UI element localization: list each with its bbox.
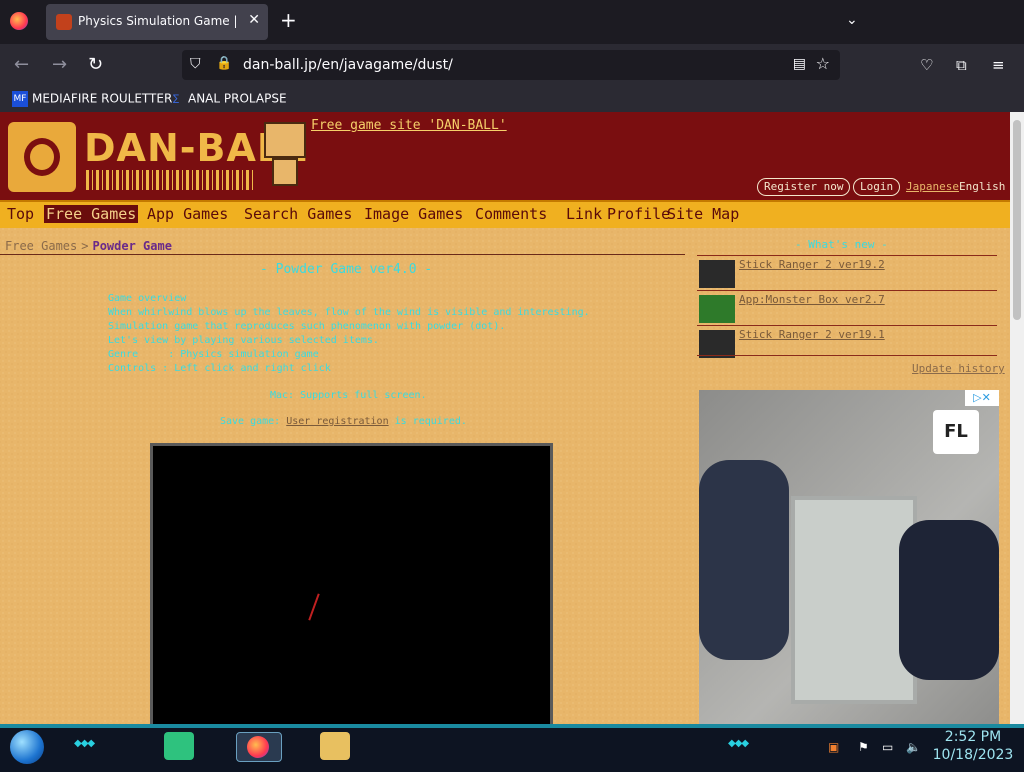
update-history-link[interactable]: Update history [912, 362, 1005, 375]
bookmark-mediafire[interactable]: MF MEDIAFIRE ROULETTER [12, 91, 172, 107]
news-label[interactable]: Stick Ranger 2 ver19.1 [739, 328, 885, 341]
news-label[interactable]: Stick Ranger 2 ver19.2 [739, 258, 885, 271]
robot-mascot-icon [264, 122, 306, 192]
address-bar[interactable]: ⛉ 🔒 dan-ball.jp/en/javagame/dust/ ▤ ☆ [182, 50, 840, 80]
tab-powder-game[interactable]: Physics Simulation Game | Pow ✕ [46, 4, 268, 40]
bookmark-second[interactable]: ∑ ANAL PROLAPSE [168, 91, 287, 107]
reader-view-icon[interactable]: ▤ [793, 56, 806, 72]
save-game-note: Save game: User registration is required… [220, 416, 467, 427]
network-icon[interactable]: ▭ [882, 740, 893, 754]
web-page: DAN-BALL Free game site 'DAN-BALL' Regis… [0, 112, 1010, 724]
tab-title: Physics Simulation Game | Pow [78, 14, 236, 28]
file-explorer-icon[interactable] [320, 732, 350, 760]
news-item[interactable]: App:Monster Box ver2.7 [697, 290, 997, 325]
shield-icon[interactable]: ⛉ [190, 56, 201, 72]
pocket-icon[interactable]: ♡ [920, 56, 933, 74]
close-tab-icon[interactable]: ✕ [248, 12, 260, 28]
hamburger-menu-icon[interactable]: ≡ [992, 56, 1005, 74]
notes-app-icon[interactable] [164, 732, 194, 760]
english-label: English [959, 180, 1006, 193]
menu-app-games[interactable]: App Games [147, 205, 228, 223]
breadcrumb: Free Games > Powder Game [5, 239, 172, 253]
advertisement[interactable]: FL ▷✕ [699, 390, 999, 724]
url-text[interactable]: dan-ball.jp/en/javagame/dust/ [243, 57, 453, 73]
new-tab-button[interactable]: + [280, 10, 297, 30]
tab-bar: Physics Simulation Game | Pow ✕ + ⌄ [0, 0, 1024, 44]
firefox-taskbar-icon[interactable] [236, 732, 282, 762]
taskbar-clock[interactable]: 2:52 PM 10/18/2023 [930, 728, 1016, 764]
menu-link[interactable]: Link [566, 205, 602, 223]
monster-box-thumbnail-icon [699, 295, 735, 323]
menu-comments[interactable]: Comments [475, 205, 547, 223]
menu-site-map[interactable]: Site Map [667, 205, 739, 223]
taskbar-decoration: ◆◆◆ [728, 738, 749, 749]
stick-ranger-thumbnail-icon [699, 260, 735, 288]
navigation-toolbar: ← → ↻ ⛉ 🔒 dan-ball.jp/en/javagame/dust/ … [0, 44, 1024, 86]
menu-profile[interactable]: Profile [607, 205, 670, 223]
breadcrumb-free-games[interactable]: Free Games [5, 239, 77, 253]
clock-date: 10/18/2023 [932, 747, 1014, 763]
tray-app-icon[interactable]: ▣ [828, 740, 839, 754]
free-game-site-link[interactable]: Free game site 'DAN-BALL' [311, 118, 507, 133]
list-all-tabs-icon[interactable]: ⌄ [846, 12, 858, 28]
mediafire-icon: MF [12, 91, 28, 107]
ad-choices-icon[interactable]: ▷✕ [965, 390, 999, 406]
dan-ball-favicon-icon [56, 14, 72, 30]
ad-person [899, 520, 999, 680]
user-registration-link[interactable]: User registration [286, 416, 388, 427]
start-button-icon[interactable] [10, 730, 44, 764]
site-menu-bar: Top Free Games App Games Search Games Im… [0, 200, 1010, 228]
news-item[interactable]: Stick Ranger 2 ver19.2 [697, 255, 997, 290]
login-button[interactable]: Login [853, 178, 901, 196]
ad-logo[interactable]: FL [933, 410, 979, 454]
action-center-flag-icon[interactable]: ⚑ [858, 740, 869, 754]
lock-icon[interactable]: 🔒 [216, 56, 232, 71]
taskbar-decoration: ◆◆◆ [74, 738, 95, 749]
clock-time: 2:52 PM [944, 729, 1002, 745]
japanese-link[interactable]: Japanese [906, 180, 959, 193]
back-arrow-icon[interactable]: ← [14, 54, 29, 75]
reload-icon[interactable]: ↻ [88, 54, 103, 75]
bookmarks-toolbar: MF MEDIAFIRE ROULETTER ∑ ANAL PROLAPSE [0, 86, 1024, 112]
firefox-icon[interactable] [10, 12, 28, 30]
extensions-icon[interactable]: ⧉ [956, 56, 967, 74]
game-overview: Game overview When whirlwind blows up th… [108, 293, 590, 374]
whats-new-heading: - What's new - [795, 238, 888, 251]
site-header: DAN-BALL Free game site 'DAN-BALL' Regis… [0, 112, 1010, 200]
breadcrumb-current: Powder Game [92, 239, 172, 253]
powder-particle [308, 593, 320, 621]
fullscreen-note: Mac: Supports full screen. [270, 390, 427, 401]
menu-image-games[interactable]: Image Games [364, 205, 463, 223]
menu-top[interactable]: Top [7, 205, 34, 223]
game-title: - Powder Game ver4.0 - [260, 262, 433, 277]
divider [697, 355, 997, 356]
menu-free-games[interactable]: Free Games [44, 205, 139, 223]
breadcrumb-separator: > [81, 239, 89, 253]
bookmark-label: MEDIAFIRE ROULETTER [32, 91, 173, 106]
divider [0, 254, 685, 255]
ad-person [699, 460, 789, 660]
bookmark-star-icon[interactable]: ☆ [816, 54, 830, 73]
stick-ranger-thumbnail-icon [699, 330, 735, 358]
volume-icon[interactable]: 🔈 [906, 740, 921, 754]
menu-search-games[interactable]: Search Games [244, 205, 352, 223]
bookmark-icon: ∑ [172, 94, 180, 104]
dan-ball-logo-icon[interactable] [8, 122, 76, 192]
news-label[interactable]: App:Monster Box ver2.7 [739, 293, 885, 306]
powder-game-canvas[interactable] [150, 443, 553, 724]
forward-arrow-icon[interactable]: → [52, 54, 67, 75]
bookmark-label: ANAL PROLAPSE [188, 91, 287, 106]
save-game-suffix: is required. [394, 416, 467, 427]
taskbar [0, 724, 1024, 772]
logo-barcode-icon [86, 170, 256, 190]
register-button[interactable]: Register now [757, 178, 851, 196]
save-game-label: Save game: [220, 416, 281, 427]
scrollbar-thumb[interactable] [1013, 120, 1021, 320]
